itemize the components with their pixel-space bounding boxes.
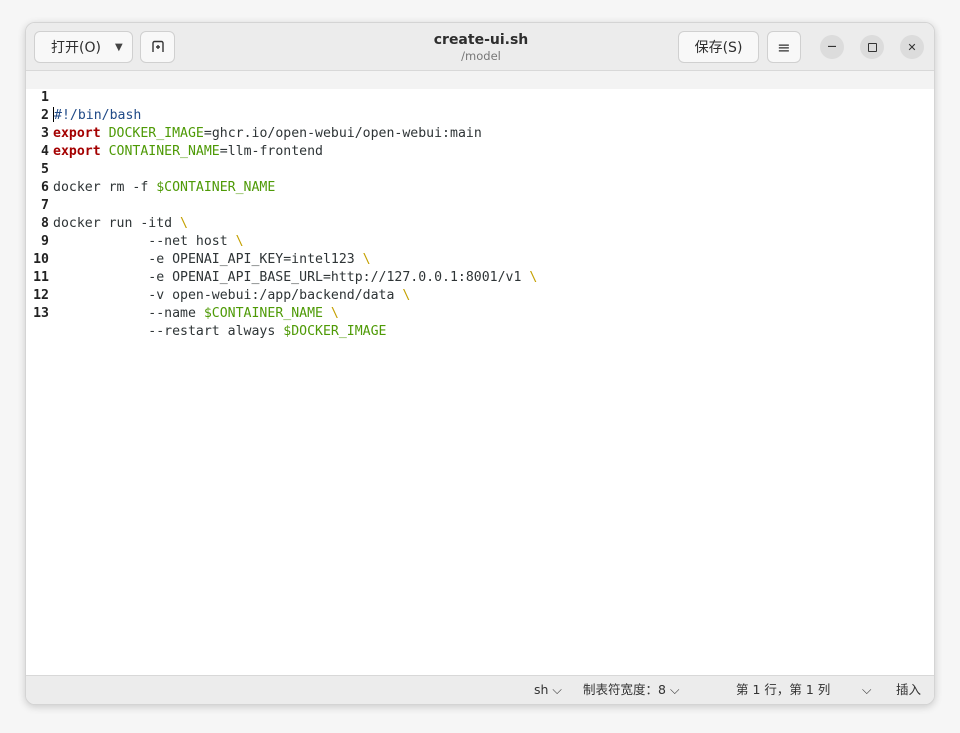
- code-line: 5 docker rm -f $CONTAINER_NAME: [26, 143, 934, 195]
- cursor-position[interactable]: 第 1 行，第 1 列: [736, 682, 830, 698]
- insert-mode-label: 插入: [896, 682, 922, 697]
- editor-window: 打开(O) ▼ create-ui.sh /model 保存(S) ≡ — ✕: [25, 22, 935, 705]
- variable-ref: $CONTAINER_NAME: [203, 306, 323, 321]
- code-line: 6: [26, 161, 934, 195]
- insert-mode-indicator[interactable]: 插入: [896, 682, 921, 698]
- new-tab-icon: [151, 40, 164, 52]
- language-label: sh: [534, 682, 549, 697]
- code-line: 8 --net host \: [26, 197, 934, 249]
- text-editor[interactable]: 1 #!/bin/bash 2 export DOCKER_IMAGE=ghcr…: [26, 71, 934, 677]
- save-button-label: 保存(S): [694, 40, 743, 56]
- code-line: 12 --name $CONTAINER_NAME \: [26, 269, 934, 321]
- hamburger-icon: ≡: [777, 37, 791, 57]
- cursor-position-label: 第 1 行，第 1 列: [736, 682, 831, 697]
- code-line: 9 -e OPENAI_API_KEY=intel123 \: [26, 215, 934, 267]
- code-line: 10 -e OPENAI_API_BASE_URL=http://127.0.0…: [26, 233, 934, 285]
- code-line: 7 docker run -itd \: [26, 179, 934, 231]
- code-line: 11 -v open-webui:/app/backend/data \: [26, 251, 934, 303]
- code-text: --restart always: [53, 324, 284, 339]
- minimize-icon: —: [827, 42, 837, 52]
- title-area: create-ui.sh /model: [356, 31, 606, 64]
- tab-width-selector[interactable]: 制表符宽度：8 ⌵: [583, 682, 679, 698]
- chevron-down-icon: ⌵: [669, 682, 680, 697]
- variable-ref: $DOCKER_IMAGE: [283, 324, 387, 339]
- document-title: create-ui.sh: [433, 32, 529, 48]
- close-button[interactable]: ✕: [900, 35, 924, 59]
- language-selector[interactable]: sh ⌵: [534, 682, 562, 698]
- code-line: 1 #!/bin/bash: [26, 71, 934, 123]
- chevron-down-icon: ▼: [114, 41, 123, 53]
- close-icon: ✕: [907, 40, 917, 54]
- code-line: 2 export DOCKER_IMAGE=ghcr.io/open-webui…: [26, 89, 934, 141]
- main-menu-button[interactable]: ≡: [767, 31, 801, 63]
- header-bar: 打开(O) ▼ create-ui.sh /model 保存(S) ≡ — ✕: [26, 23, 934, 71]
- maximize-button[interactable]: [860, 35, 884, 59]
- save-button[interactable]: 保存(S): [678, 31, 759, 63]
- status-bar: sh ⌵ 制表符宽度：8 ⌵ 第 1 行，第 1 列 ⌵ 插入: [26, 675, 934, 704]
- code-line: 13 --restart always $DOCKER_IMAGE: [26, 287, 934, 339]
- chevron-down-icon: ⌵: [862, 682, 872, 697]
- new-tab-button[interactable]: [140, 31, 175, 63]
- chevron-down-icon: ⌵: [552, 682, 562, 697]
- position-menu-button[interactable]: ⌵: [862, 682, 871, 698]
- code-text: --name: [53, 306, 204, 321]
- code-line: 3 export CONTAINER_NAME=llm-frontend: [26, 107, 934, 159]
- open-button-label: 打开(O): [51, 40, 101, 56]
- maximize-icon: [867, 42, 877, 52]
- tab-width-label: 制表符宽度：8: [583, 682, 666, 697]
- line-continuation: \: [330, 306, 339, 321]
- document-path: /model: [461, 49, 501, 63]
- minimize-button[interactable]: —: [820, 35, 844, 59]
- code-line: 4: [26, 125, 934, 159]
- open-button[interactable]: 打开(O) ▼: [34, 31, 133, 63]
- line-number: 13: [33, 306, 49, 321]
